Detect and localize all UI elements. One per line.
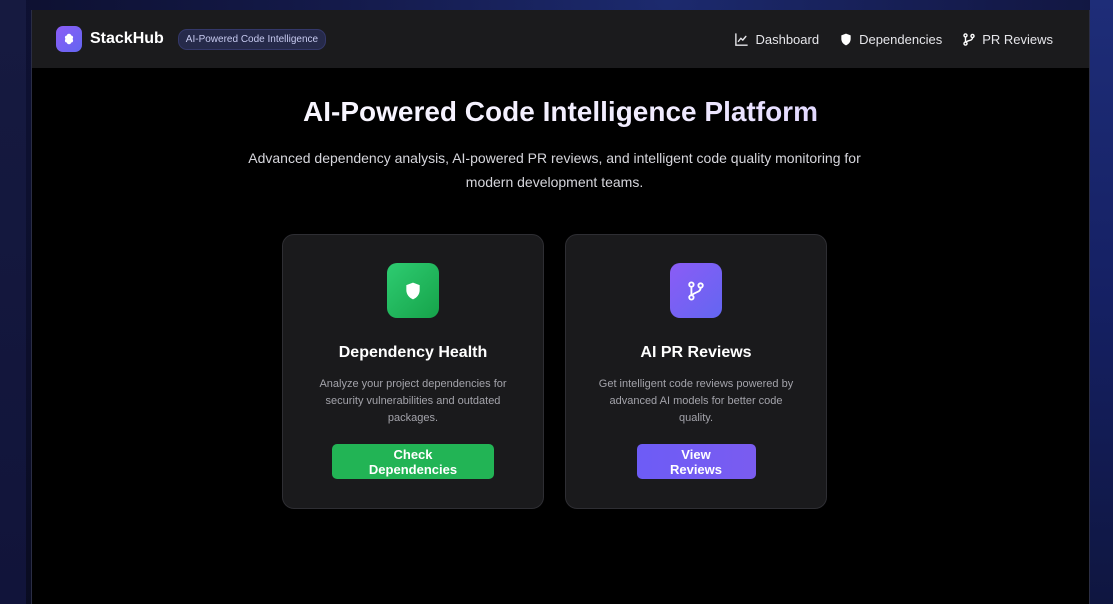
dependency-card-title: Dependency Health [338,344,488,361]
nav-links: Dashboard Dependencies PR Reviews [734,32,1065,47]
dependency-health-card: Dependency Health Analyze your project d… [282,234,544,509]
check-dependencies-button[interactable]: Check Dependencies [332,444,494,479]
brand-name[interactable]: StackHub [90,30,164,48]
dependency-card-icon-tile [387,263,439,318]
pr-card-icon-tile [670,263,722,318]
app-window: StackHub AI-Powered Code Intelligence Da… [31,10,1090,604]
hero-title: AI-Powered Code Intelligence Platform [32,96,1089,128]
logo-icon[interactable] [56,26,82,52]
nav-dashboard-label: Dashboard [755,31,820,47]
chart-line-icon [735,32,749,46]
shield-icon [406,282,420,299]
nav-pr-reviews[interactable]: PR Reviews [962,32,1053,47]
desktop-background-right [1090,0,1113,604]
nav-dependencies[interactable]: Dependencies [839,32,942,47]
nav-dashboard[interactable]: Dashboard [734,32,819,47]
pr-card-description: Get intelligent code reviews powered by … [598,378,794,424]
nav-dependencies-label: Dependencies [859,31,943,47]
brain-icon [64,33,74,45]
shield-icon [841,33,851,45]
navbar: StackHub AI-Powered Code Intelligence Da… [32,10,1089,68]
git-branch-icon [688,280,704,301]
dependency-card-description: Analyze your project dependencies for se… [319,378,507,424]
view-reviews-button[interactable]: View Reviews [636,444,756,479]
desktop-background-left [0,0,26,604]
tagline-badge: AI-Powered Code Intelligence [177,28,327,50]
pr-card-title: AI PR Reviews [640,344,752,361]
nav-pr-reviews-label: PR Reviews [982,31,1053,47]
ai-pr-reviews-card: AI PR Reviews Get intelligent code revie… [565,234,827,509]
hero-subtitle: Advanced dependency analysis, AI-powered… [248,150,861,190]
git-branch-icon [963,32,975,46]
